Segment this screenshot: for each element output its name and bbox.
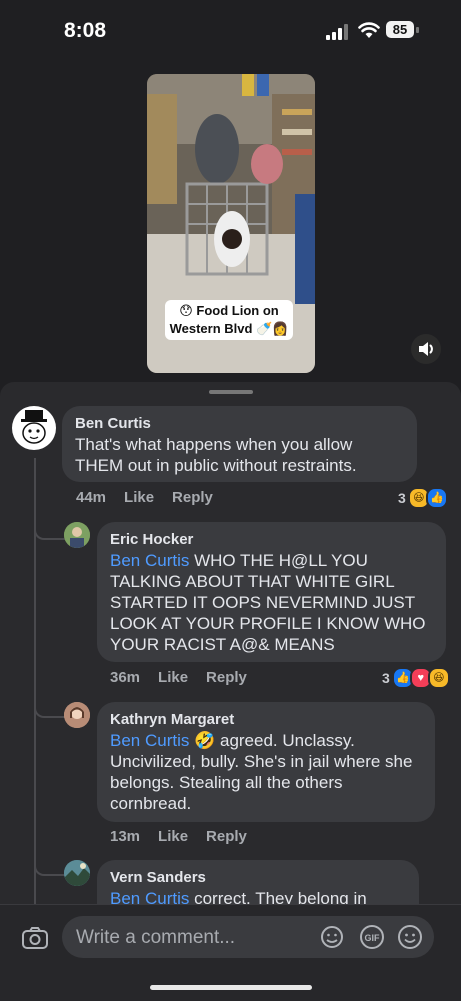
emoji-icon[interactable] [397, 924, 423, 950]
comment-text: Ben Curtis WHO THE H@LL YOU TALKING ABOU… [110, 551, 426, 654]
mention-link[interactable]: Ben Curtis [110, 551, 189, 570]
avatar-vern-sanders[interactable] [64, 860, 90, 886]
sound-toggle-button[interactable] [411, 334, 441, 364]
comment-author[interactable]: Kathryn Margaret [110, 711, 422, 728]
reply-branch [34, 854, 66, 876]
comment-input[interactable]: Write a comment... GIF [62, 916, 434, 958]
comment-bubble[interactable]: Ben Curtis That's what happens when you … [62, 406, 417, 482]
camera-icon[interactable] [20, 923, 50, 953]
speaker-icon [419, 342, 433, 356]
reaction-count: 3 [382, 670, 390, 686]
avatar-eric-hocker[interactable] [64, 522, 90, 548]
reply-branch [34, 518, 66, 540]
comment-actions: 44m Like Reply [76, 489, 213, 506]
reaction-summary[interactable]: 3 😆 👍 [398, 487, 448, 509]
comment-time: 36m [110, 669, 141, 686]
battery-icon: 85 [386, 21, 420, 40]
reaction-summary[interactable]: 3 👍 ♥ 😆 [382, 667, 450, 689]
reply-button[interactable]: Reply [206, 669, 247, 686]
home-indicator[interactable] [150, 985, 312, 990]
avatar-ben-curtis[interactable] [12, 406, 56, 450]
wifi-icon [358, 22, 380, 38]
reply-branch [34, 696, 66, 718]
like-button[interactable]: Like [158, 828, 188, 845]
caption-line-2: Western Blvd 🍼👩 [169, 321, 289, 336]
comment-time: 44m [76, 489, 107, 506]
comment-bubble[interactable]: Eric Hocker Ben Curtis WHO THE H@LL YOU … [97, 522, 446, 662]
haha-reaction-icon: 😆 [427, 667, 450, 689]
reply-button[interactable]: Reply [206, 828, 247, 845]
reaction-count: 3 [398, 490, 406, 506]
video-player[interactable]: 😯 Food Lion on Western Blvd 🍼👩 [147, 74, 315, 373]
mention-link[interactable]: Ben Curtis [110, 731, 189, 750]
gif-icon[interactable]: GIF [359, 924, 385, 950]
comment-input-placeholder: Write a comment... [76, 927, 236, 948]
comment-actions: 36m Like Reply [110, 669, 247, 686]
comment-time: 13m [110, 828, 141, 845]
profile-photo-icon [64, 702, 90, 728]
comment-text: Ben Curtis 🤣 agreed. Unclassy. Unciviliz… [110, 731, 413, 813]
caption-line-1: 😯 Food Lion on [179, 303, 279, 318]
video-caption: 😯 Food Lion on Western Blvd 🍼👩 [165, 300, 293, 340]
reply-button[interactable]: Reply [172, 489, 213, 506]
comment-author[interactable]: Ben Curtis [75, 415, 404, 432]
comment-author[interactable]: Eric Hocker [110, 531, 433, 548]
status-time: 8:08 [64, 19, 107, 42]
rabbit-avatar-icon [21, 410, 47, 444]
like-button[interactable]: Like [124, 489, 154, 506]
svg-text:GIF: GIF [365, 933, 381, 943]
battery-level: 85 [386, 21, 414, 38]
drag-handle[interactable] [209, 390, 253, 394]
sticker-icon[interactable] [319, 924, 345, 950]
profile-photo-icon [64, 522, 90, 548]
profile-photo-icon [64, 860, 90, 886]
signal-icon [326, 24, 348, 40]
like-button[interactable]: Like [158, 669, 188, 686]
comment-author[interactable]: Vern Sanders [110, 869, 406, 886]
status-bar: 8:08 85 [0, 0, 461, 60]
comment-actions: 13m Like Reply [110, 828, 247, 845]
avatar-kathryn-margaret[interactable] [64, 702, 90, 728]
comment-bubble[interactable]: Kathryn Margaret Ben Curtis 🤣 agreed. Un… [97, 702, 435, 822]
like-reaction-icon: 👍 [425, 487, 448, 509]
comment-text: That's what happens when you allow THEM … [75, 435, 357, 475]
